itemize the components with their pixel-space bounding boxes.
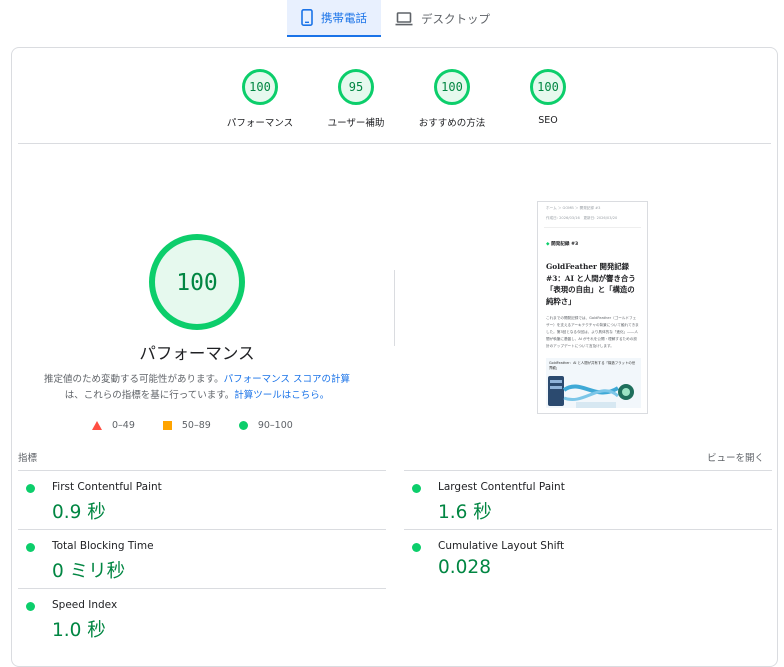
thumbnail-breadcrumb: ホーム ＞ GOMB ＞ 開発記録 #3 [546, 206, 601, 210]
square-icon [162, 421, 172, 430]
score-gauge-ring: 95 [338, 69, 374, 105]
thumbnail-headline: GoldFeather 開発記録 #3：AI と人間が響き合う「表現の自由」と「… [546, 262, 636, 306]
performance-score: 100 [176, 270, 218, 296]
metrics-heading: 指標 [18, 453, 38, 464]
thumbnail-meta: 作成日: 2026/03/16 更新日: 2026/03/20 [546, 216, 618, 220]
score-gauge-ring: 100 [242, 69, 278, 105]
thumbnail-figure-caption: GoldFeather：AI と人間が共有する「構造フラットの世界観」 [549, 361, 636, 370]
score-calculation-link[interactable]: パフォーマンス スコアの計算 [224, 374, 350, 385]
metric-divider [18, 588, 386, 589]
legend-range: 90–100 [257, 420, 293, 431]
device-tabs: 携帯電話 デスクトップ [287, 0, 504, 37]
gauge-label: パフォーマンス [226, 118, 294, 129]
smartphone-icon [301, 9, 313, 26]
page-screenshot-thumbnail[interactable]: ホーム ＞ GOMB ＞ 開発記録 #3 作成日: 2026/03/16 更新日… [537, 201, 648, 414]
gauge-score: 100 [537, 80, 559, 94]
expand-view-toggle[interactable]: ビューを開く [707, 450, 764, 464]
good-indicator-icon [412, 543, 421, 552]
gauge-accessibility[interactable]: 95 ユーザー補助 [308, 68, 404, 129]
metric-name: First Contentful Paint [52, 481, 162, 493]
metric-value: 1.6 秒 [438, 502, 492, 523]
gauge-score: 100 [249, 80, 271, 94]
divider [18, 143, 771, 144]
triangle-icon [92, 421, 102, 430]
metric-divider [404, 470, 772, 471]
metric-value: 0.9 秒 [52, 502, 106, 523]
performance-title: パフォーマンス [139, 344, 255, 363]
gauge-performance[interactable]: 100 パフォーマンス [212, 68, 308, 129]
gauge-score: 95 [349, 80, 363, 94]
gauge-score: 100 [441, 80, 463, 94]
diagram-illustration [548, 376, 634, 408]
thumbnail-chip: ◆ 開発記録 #3 [546, 242, 579, 247]
metric-value: 1.0 秒 [52, 620, 106, 641]
note-text: は、これらの指標を基に行っています。 [64, 390, 235, 401]
calculator-link[interactable]: 計算ツールはこちら。 [234, 390, 329, 401]
legend-range: 0–49 [112, 420, 135, 431]
gauge-best-practices[interactable]: 100 おすすめの方法 [404, 68, 500, 129]
metric-name: Largest Contentful Paint [438, 481, 565, 493]
gauge-seo[interactable]: 100 SEO [500, 68, 596, 129]
circle-icon [238, 421, 248, 430]
tab-mobile-label: 携帯電話 [321, 10, 367, 25]
score-note: 推定値のため変動する可能性があります。パフォーマンス スコアの計算 は、これらの… [32, 372, 362, 404]
gauge-label: おすすめの方法 [418, 118, 486, 129]
metric-divider [18, 529, 386, 530]
gauge-label: SEO [538, 115, 558, 126]
metric-divider [18, 470, 386, 471]
metric-value: 0.028 [438, 557, 491, 578]
gauge-label: ユーザー補助 [327, 118, 385, 129]
tab-desktop[interactable]: デスクトップ [381, 0, 504, 37]
laptop-icon [395, 11, 413, 25]
legend-item-good: 90–100 [238, 420, 293, 431]
thumbnail-figure: GoldFeather：AI と人間が共有する「構造フラットの世界観」 [546, 358, 641, 408]
good-indicator-icon [26, 484, 35, 493]
category-gauges: 100 パフォーマンス 95 ユーザー補助 100 おすすめの方法 100 SE… [212, 68, 596, 129]
good-indicator-icon [26, 543, 35, 552]
score-legend: 0–49 50–89 90–100 [92, 420, 321, 431]
performance-score-gauge: 100 [149, 234, 245, 330]
tab-desktop-label: デスクトップ [421, 11, 490, 26]
metric-name: Cumulative Layout Shift [438, 540, 565, 552]
vertical-divider [394, 270, 395, 346]
legend-item-average: 50–89 [162, 420, 211, 431]
legend-item-poor: 0–49 [92, 420, 135, 431]
score-gauge-ring: 100 [530, 69, 566, 105]
report-card: 100 パフォーマンス 95 ユーザー補助 100 おすすめの方法 100 SE… [11, 47, 778, 667]
good-indicator-icon [26, 602, 35, 611]
score-gauge-ring: 100 [434, 69, 470, 105]
good-indicator-icon [412, 484, 421, 493]
metric-divider [404, 529, 772, 530]
thumbnail-divider [544, 227, 641, 228]
thumbnail-body: これまでの開発記録では、GoldFeather（ゴールドフェザー）を支えるアーキ… [546, 316, 639, 348]
tab-mobile[interactable]: 携帯電話 [287, 0, 381, 37]
metric-name: Total Blocking Time [52, 540, 154, 552]
metric-name: Speed Index [52, 599, 118, 611]
legend-range: 50–89 [181, 420, 211, 431]
metric-value: 0 ミリ秒 [52, 561, 126, 582]
note-text: 推定値のため変動する可能性があります。 [44, 374, 224, 385]
